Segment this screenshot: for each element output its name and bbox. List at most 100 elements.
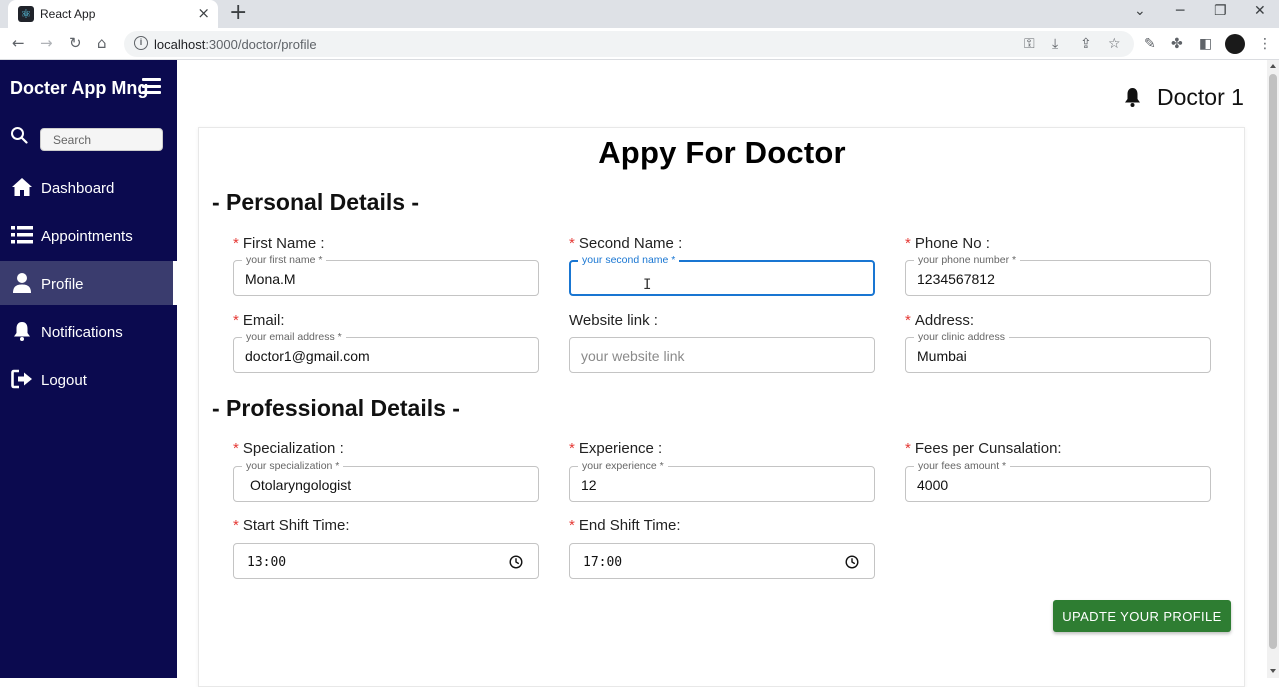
- sidebar-item-label: Notifications: [41, 324, 123, 341]
- reload-icon[interactable]: ↻: [69, 34, 82, 52]
- clock-icon[interactable]: [509, 555, 523, 569]
- phone-value: 1234567812: [917, 271, 995, 287]
- sidebar-item-appointments[interactable]: Appointments: [0, 213, 177, 257]
- home-icon: [12, 178, 32, 196]
- second-name-legend: your second name *: [578, 253, 680, 267]
- bookmark-star-icon[interactable]: ☆: [1108, 36, 1121, 52]
- restore-icon[interactable]: ❐: [1214, 3, 1227, 19]
- page-scrollbar[interactable]: [1267, 60, 1279, 678]
- start-shift-value: 13:00: [247, 555, 287, 570]
- end-shift-value: 17:00: [583, 555, 623, 570]
- address-bar[interactable]: i localhost:3000/doctor/profile ⚿ ⤓ ⇪ ☆: [124, 31, 1134, 57]
- phone-legend: your phone number *: [914, 253, 1021, 267]
- browser-tab[interactable]: ⚛ React App ×: [8, 0, 218, 28]
- experience-legend: your experience *: [578, 459, 668, 473]
- tab-title: React App: [40, 7, 96, 21]
- fees-value: 4000: [917, 477, 949, 493]
- second-name-label: * Second Name :: [569, 235, 682, 252]
- required-asterisk: *: [905, 440, 911, 457]
- fees-label-text: Fees per Cunsalation:: [914, 440, 1062, 457]
- sidebar-item-label: Profile: [41, 276, 84, 293]
- personal-details-heading: - Personal Details -: [212, 189, 420, 215]
- specialization-legend: your specialization *: [242, 459, 344, 473]
- second-name-field[interactable]: your second name * I: [569, 253, 875, 296]
- phone-label: * Phone No :: [905, 235, 990, 252]
- email-legend: your email address *: [242, 330, 346, 344]
- required-asterisk: *: [233, 235, 239, 252]
- update-profile-button[interactable]: UPADTE YOUR PROFILE: [1053, 600, 1231, 632]
- required-asterisk: *: [569, 517, 575, 534]
- list-icon: [11, 226, 33, 244]
- end-shift-label-text: End Shift Time:: [578, 517, 681, 534]
- first-name-field[interactable]: your first name * Mona.M: [233, 253, 539, 296]
- site-info-icon[interactable]: i: [134, 36, 148, 50]
- share-icon[interactable]: ⇪: [1080, 36, 1092, 52]
- password-key-icon[interactable]: ⚿: [1024, 36, 1035, 52]
- url-host: localhost: [154, 37, 206, 52]
- email-field[interactable]: your email address * doctor1@gmail.com: [233, 330, 539, 373]
- sidebar-item-logout[interactable]: Logout: [0, 357, 177, 401]
- email-label: * Email:: [233, 312, 285, 329]
- experience-label: * Experience :: [569, 440, 662, 457]
- email-label-text: Email:: [242, 312, 285, 329]
- home-page-icon[interactable]: ⌂: [97, 34, 107, 52]
- scrollbar-thumb[interactable]: [1269, 74, 1277, 649]
- minimize-icon[interactable]: ─: [1176, 3, 1184, 19]
- website-field[interactable]: your website link: [569, 337, 875, 373]
- forward-icon[interactable]: →: [40, 34, 53, 52]
- scroll-down-arrow-icon[interactable]: [1270, 669, 1276, 673]
- first-name-legend: your first name *: [242, 253, 327, 267]
- browser-menu-icon[interactable]: ⋮: [1258, 36, 1272, 52]
- window-close-icon[interactable]: ✕: [1254, 3, 1266, 19]
- extensions-puzzle-icon[interactable]: ✤: [1171, 36, 1183, 52]
- first-name-label-text: First Name :: [242, 235, 325, 252]
- specialization-field[interactable]: your specialization * Otolaryngologist: [233, 459, 539, 502]
- start-shift-label: * Start Shift Time:: [233, 517, 350, 534]
- sidebar-item-profile[interactable]: Profile: [0, 261, 177, 305]
- clock-icon[interactable]: [845, 555, 859, 569]
- fees-label: * Fees per Cunsalation:: [905, 440, 1062, 457]
- install-app-icon[interactable]: ⤓: [1052, 36, 1058, 52]
- browser-tab-strip: ⚛ React App × + ⌄ ─ ❐ ✕: [0, 0, 1279, 28]
- end-shift-time-input[interactable]: 17:00: [569, 543, 875, 579]
- first-name-value: Mona.M: [245, 271, 296, 287]
- fees-legend: your fees amount *: [914, 459, 1011, 473]
- tab-close-icon[interactable]: ×: [197, 4, 210, 22]
- specialization-label: * Specialization :: [233, 440, 344, 457]
- required-asterisk: *: [233, 440, 239, 457]
- back-icon[interactable]: ←: [12, 34, 25, 52]
- browser-toolbar: ← → ↻ ⌂ i localhost:3000/doctor/profile …: [0, 28, 1279, 60]
- second-name-label-text: Second Name :: [578, 235, 683, 252]
- fees-field[interactable]: your fees amount * 4000: [905, 459, 1211, 502]
- start-shift-time-input[interactable]: 13:00: [233, 543, 539, 579]
- phone-field[interactable]: your phone number * 1234567812: [905, 253, 1211, 296]
- eyedropper-extension-icon[interactable]: ✎: [1144, 36, 1156, 52]
- react-logo-icon: ⚛: [18, 6, 34, 22]
- tab-search-icon[interactable]: ⌄: [1134, 3, 1146, 19]
- required-asterisk: *: [905, 235, 911, 252]
- hamburger-menu-icon[interactable]: [142, 78, 161, 94]
- brand-title: Docter App Mng: [10, 78, 149, 98]
- user-icon: [13, 273, 31, 293]
- email-value: doctor1@gmail.com: [245, 348, 370, 364]
- specialization-value: Otolaryngologist: [250, 477, 352, 493]
- side-panel-icon[interactable]: ◧: [1199, 36, 1212, 52]
- address-legend: your clinic address: [914, 330, 1009, 344]
- required-asterisk: *: [569, 235, 575, 252]
- profile-avatar[interactable]: [1225, 34, 1245, 54]
- new-tab-button[interactable]: +: [229, 1, 247, 25]
- sidebar-item-dashboard[interactable]: Dashboard: [0, 165, 177, 209]
- address-label-text: Address:: [914, 312, 975, 329]
- required-asterisk: *: [233, 312, 239, 329]
- required-asterisk: *: [233, 517, 239, 534]
- bell-icon: [14, 322, 30, 341]
- specialization-label-text: Specialization :: [242, 440, 344, 457]
- end-shift-label: * End Shift Time:: [569, 517, 681, 534]
- sidebar-item-notifications[interactable]: Notifications: [0, 309, 177, 353]
- address-field[interactable]: your clinic address Mumbai: [905, 330, 1211, 373]
- scroll-up-arrow-icon[interactable]: [1270, 64, 1276, 68]
- required-asterisk: *: [569, 440, 575, 457]
- experience-field[interactable]: your experience * 12: [569, 459, 875, 502]
- notification-bell-icon[interactable]: [1124, 87, 1141, 107]
- start-shift-label-text: Start Shift Time:: [242, 517, 350, 534]
